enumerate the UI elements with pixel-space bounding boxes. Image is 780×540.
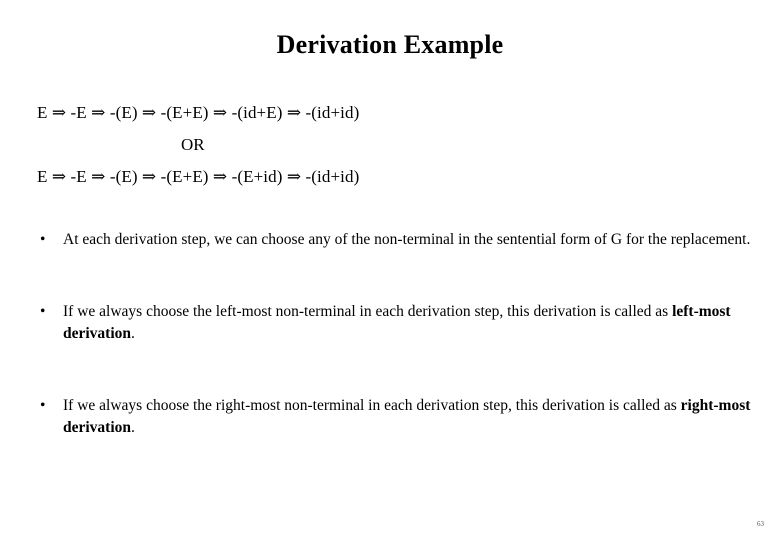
list-item: • If we always choose the left-most non-…	[37, 301, 752, 346]
derivation-separator: OR	[181, 135, 205, 154]
derivation-left-most: E ⇒ -E ⇒ -(E) ⇒ -(E+E) ⇒ -(id+E) ⇒ -(id+…	[37, 103, 360, 122]
derivation-block: E ⇒ -E ⇒ -(E) ⇒ -(E+E) ⇒ -(id+E) ⇒ -(id+…	[37, 103, 743, 187]
list-item-text: If we always choose the left-most non-te…	[63, 303, 731, 343]
list-item: • At each derivation step, we can choose…	[37, 229, 752, 252]
list-item-text-tail: .	[131, 419, 135, 436]
list-item-text-plain: At each derivation step, we can choose a…	[63, 231, 751, 248]
bullet-point-icon: •	[40, 231, 46, 248]
page-title: Derivation Example	[276, 30, 504, 59]
list-item: • If we always choose the right-most non…	[37, 395, 752, 440]
slide-page-number: 63	[757, 520, 764, 528]
list-item-text: At each derivation step, we can choose a…	[63, 231, 750, 248]
list-item-text-tail: .	[131, 325, 135, 342]
bullet-list: • At each derivation step, we can choose…	[37, 229, 752, 440]
list-item-text-plain: If we always choose the left-most non-te…	[63, 302, 673, 320]
derivation-right-most: E ⇒ -E ⇒ -(E) ⇒ -(E+E) ⇒ -(E+id) ⇒ -(id+…	[37, 167, 360, 186]
slide-canvas: Derivation Example E ⇒ -E ⇒ -(E) ⇒ -(E+E…	[0, 0, 780, 540]
list-item-text-plain: If we always choose the right-most non-t…	[63, 396, 681, 414]
bullet-point-icon: •	[40, 302, 46, 320]
bullet-point-icon: •	[40, 396, 46, 414]
list-item-text: If we always choose the right-most non-t…	[63, 397, 750, 437]
